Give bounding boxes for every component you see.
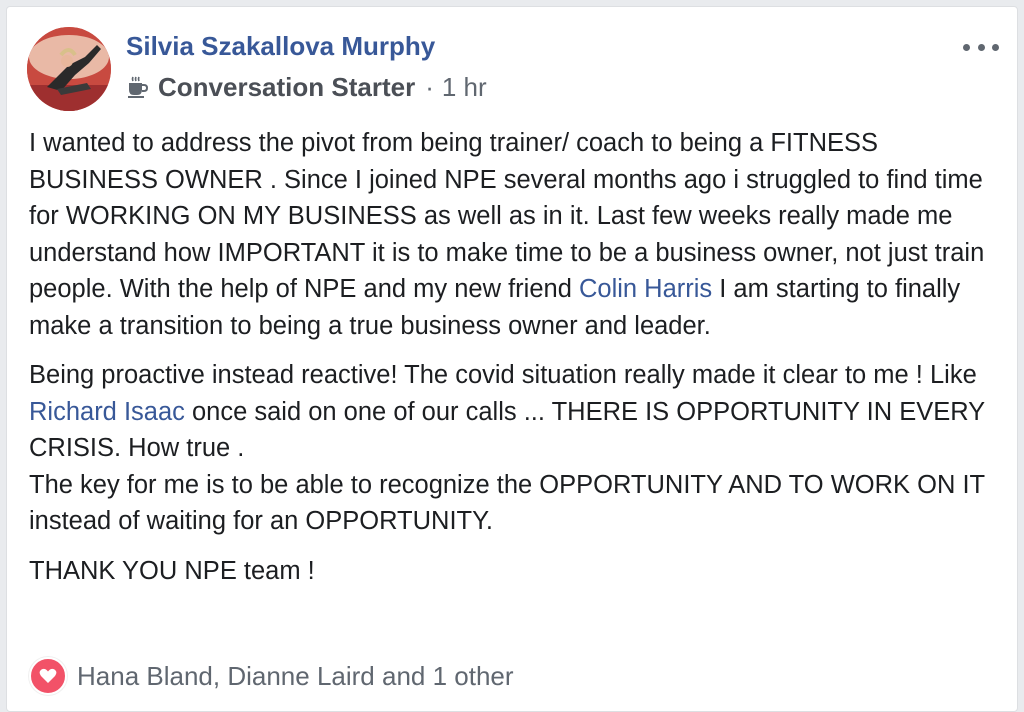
mention-link[interactable]: Colin Harris bbox=[579, 275, 712, 303]
author-name-link[interactable]: Silvia Szakallova Murphy bbox=[126, 31, 435, 61]
post-meta: Conversation Starter · 1 hr bbox=[126, 71, 487, 103]
dot bbox=[977, 43, 985, 51]
dot bbox=[992, 43, 999, 51]
post-timestamp[interactable]: 1 hr bbox=[442, 72, 487, 103]
post-paragraph: I wanted to address the pivot from being… bbox=[29, 125, 1004, 344]
paragraph-text: THANK YOU NPE team ! bbox=[29, 556, 315, 585]
avatar-photo bbox=[27, 27, 111, 111]
meta-separator: · bbox=[425, 71, 434, 102]
post-body: I wanted to address the pivot from being… bbox=[29, 125, 1004, 602]
love-reaction-icon bbox=[29, 657, 67, 695]
dot bbox=[963, 43, 970, 51]
reactions-text: Hana Bland, Dianne Laird and 1 other bbox=[77, 660, 514, 691]
post-paragraph: THANK YOU NPE team ! bbox=[29, 553, 1004, 590]
more-options-icon[interactable] bbox=[963, 37, 999, 57]
paragraph-text: The key for me is to be able to recogniz… bbox=[29, 470, 985, 536]
post-paragraph: Being proactive instead reactive! The co… bbox=[29, 357, 1004, 540]
paragraph-text: Being proactive instead reactive! The co… bbox=[29, 361, 977, 389]
badge-label[interactable]: Conversation Starter bbox=[158, 72, 415, 103]
reactions-summary[interactable]: Hana Bland, Dianne Laird and 1 other bbox=[29, 657, 514, 695]
mention-link[interactable]: Richard Isaac bbox=[29, 398, 185, 426]
post-card: Silvia Szakallova Murphy Conversation St… bbox=[6, 6, 1018, 712]
author-avatar[interactable] bbox=[27, 27, 111, 111]
coffee-cup-icon bbox=[126, 75, 150, 99]
